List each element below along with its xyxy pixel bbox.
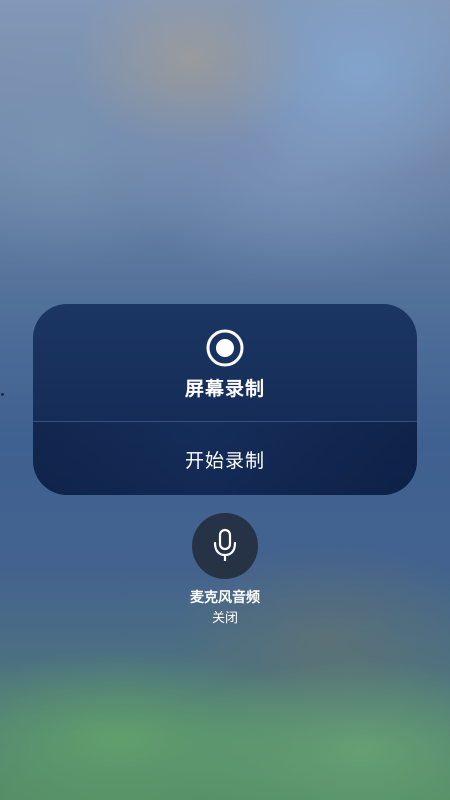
screen-recording-title: 屏幕录制 <box>184 378 265 400</box>
record-icon <box>205 328 245 368</box>
screen-recording-header: 屏幕录制 <box>33 304 417 421</box>
start-recording-label: 开始录制 <box>184 450 265 472</box>
microphone-audio-label: 麦克风音频 <box>190 590 260 606</box>
screen-recording-card: 屏幕录制 开始录制 <box>33 304 417 495</box>
microphone-toggle-button[interactable] <box>192 513 258 579</box>
microphone-status: 关闭 <box>211 611 238 626</box>
start-recording-button[interactable]: 开始录制 <box>33 422 417 495</box>
edge-dot <box>1 393 4 396</box>
microphone-icon <box>213 528 237 561</box>
